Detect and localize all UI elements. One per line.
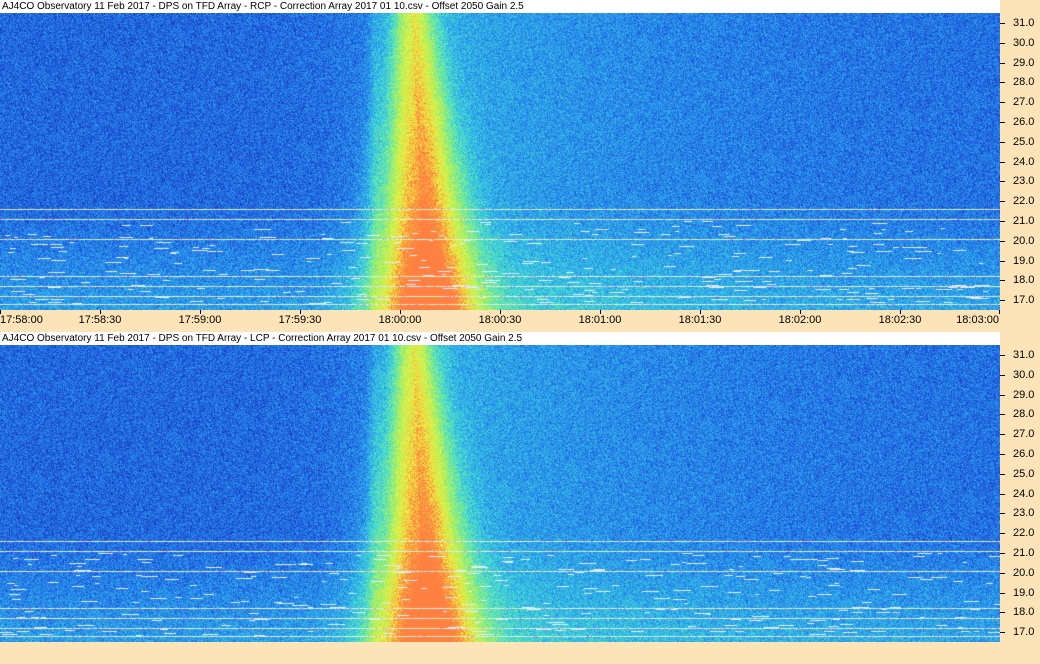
- y-tick-text: 31.0: [1013, 16, 1035, 29]
- x-tick-text: 17:58:30: [78, 314, 122, 326]
- y-tick-mark: [1000, 22, 1005, 24]
- lcp-spectrogram-canvas: [0, 345, 1000, 642]
- y-tick-text: 23.0: [1013, 507, 1035, 520]
- x-tick-text: 17:58:00: [0, 314, 43, 326]
- y-tick-text: 25.0: [1013, 467, 1035, 480]
- y-tick-text: 28.0: [1013, 76, 1035, 89]
- y-tick-mark: [1000, 82, 1005, 84]
- y-tick-text: 29.0: [1013, 388, 1035, 401]
- y-tick-text: 26.0: [1013, 115, 1035, 128]
- y-tick-mark: [1000, 220, 1005, 222]
- x-tick-text: 18:01:00: [578, 314, 622, 326]
- rcp-spectrogram: [0, 13, 1000, 310]
- lcp-title: AJ4CO Observatory 11 Feb 2017 - DPS on T…: [0, 332, 1000, 345]
- y-tick-mark: [1000, 42, 1005, 44]
- y-tick-mark: [1000, 102, 1005, 104]
- y-tick-mark: [1000, 453, 1005, 455]
- y-tick-mark: [1000, 62, 1005, 64]
- y-tick-mark: [1000, 414, 1005, 416]
- y-tick-text: 21.0: [1013, 546, 1035, 559]
- y-tick-text: 28.0: [1013, 408, 1035, 421]
- y-tick-text: 30.0: [1013, 368, 1035, 381]
- y-tick-mark: [1000, 260, 1005, 262]
- y-tick-mark: [1000, 533, 1005, 535]
- y-tick-text: 21.0: [1013, 214, 1035, 227]
- x-tick-text: 17:59:00: [178, 314, 222, 326]
- y-tick-mark: [1000, 280, 1005, 282]
- y-tick-mark: [1000, 141, 1005, 143]
- x-tick-text: 18:02:00: [778, 314, 822, 326]
- y-tick-mark: [1000, 300, 1005, 302]
- y-tick-mark: [1000, 513, 1005, 515]
- y-tick-mark: [1000, 552, 1005, 554]
- rcp-title: AJ4CO Observatory 11 Feb 2017 - DPS on T…: [0, 0, 1000, 13]
- y-tick-mark: [1000, 201, 1005, 203]
- y-tick-text: 24.0: [1013, 487, 1035, 500]
- y-tick-text: 22.0: [1013, 195, 1035, 208]
- lcp-spectrogram: [0, 345, 1000, 642]
- y-tick-text: 18.0: [1013, 606, 1035, 619]
- x-tick-text: 17:59:30: [278, 314, 322, 326]
- x-tick-text: 18:02:30: [878, 314, 922, 326]
- y-tick-mark: [1000, 434, 1005, 436]
- y-tick-text: 27.0: [1013, 428, 1035, 441]
- y-tick-text: 17.0: [1013, 626, 1035, 639]
- y-tick-text: 23.0: [1013, 175, 1035, 188]
- y-tick-mark: [1000, 612, 1005, 614]
- x-tick-text: 18:00:30: [478, 314, 522, 326]
- y-tick-mark: [1000, 394, 1005, 396]
- y-tick-text: 31.0: [1013, 348, 1035, 361]
- y-tick-mark: [1000, 240, 1005, 242]
- y-tick-mark: [1000, 473, 1005, 475]
- y-tick-mark: [1000, 354, 1005, 356]
- y-tick-text: 22.0: [1013, 527, 1035, 540]
- rcp-frequency-axis: 31.0 30.0 29.0 28.0 27.0 26.0 25.0 24.0 23.0 22.0…: [1000, 13, 1040, 310]
- y-tick-mark: [1000, 572, 1005, 574]
- y-tick-text: 29.0: [1013, 56, 1035, 69]
- y-tick-text: 26.0: [1013, 447, 1035, 460]
- bottom-margin: [0, 642, 1040, 664]
- y-tick-mark: [1000, 374, 1005, 376]
- y-tick-mark: [1000, 121, 1005, 123]
- y-tick-mark: [1000, 632, 1005, 634]
- y-tick-text: 17.0: [1013, 294, 1035, 307]
- x-tick-text: 18:01:30: [678, 314, 722, 326]
- y-tick-text: 19.0: [1013, 254, 1035, 267]
- x-tick-text: 18:03:00: [956, 314, 999, 326]
- y-tick-text: 20.0: [1013, 234, 1035, 247]
- x-tick-text: 18:00:00: [378, 314, 422, 326]
- lcp-frequency-axis: 31.0 30.0 29.0 28.0 27.0 26.0 25.0 24.0 23.0 22.0…: [1000, 345, 1040, 642]
- y-tick-mark: [1000, 493, 1005, 495]
- y-tick-mark: [1000, 592, 1005, 594]
- y-tick-text: 24.0: [1013, 155, 1035, 168]
- y-tick-text: 27.0: [1013, 96, 1035, 109]
- y-tick-text: 18.0: [1013, 274, 1035, 287]
- y-tick-text: 20.0: [1013, 566, 1035, 579]
- y-tick-text: 25.0: [1013, 135, 1035, 148]
- y-tick-mark: [1000, 181, 1005, 183]
- rcp-spectrogram-canvas: [0, 13, 1000, 310]
- y-tick-mark: [1000, 161, 1005, 163]
- time-axis: 17:58:00 17:58:30 17:59:00 17:59:30 18:00:00…: [0, 310, 1040, 330]
- y-tick-text: 30.0: [1013, 36, 1035, 49]
- y-tick-text: 19.0: [1013, 586, 1035, 599]
- x-tick-mark: [999, 310, 1000, 314]
